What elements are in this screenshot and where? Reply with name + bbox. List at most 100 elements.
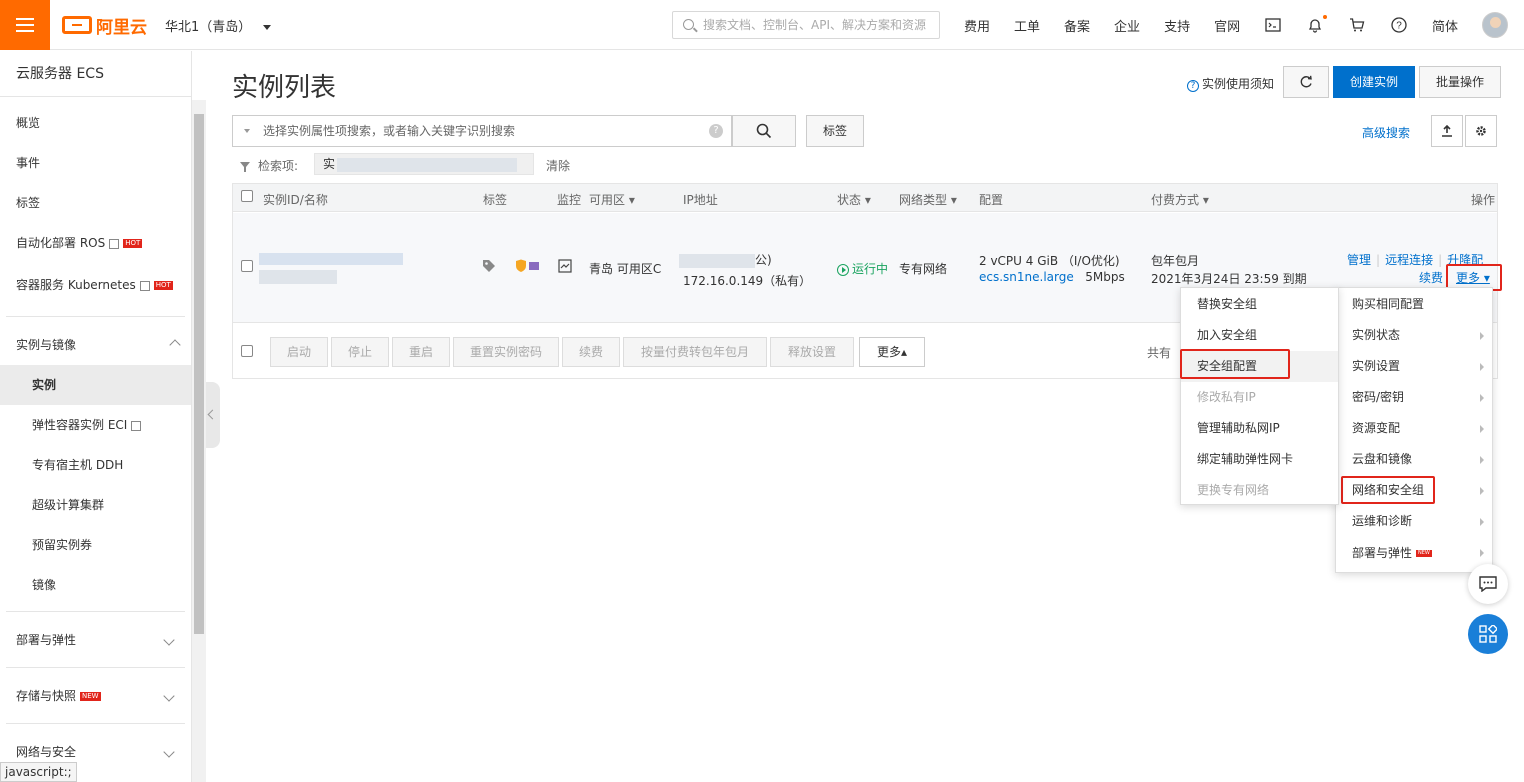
menu-item-resource-change[interactable]: 资源变配: [1336, 413, 1492, 444]
tag-filter-button[interactable]: 标签: [806, 115, 864, 147]
sidebar-item-label: 实例: [32, 378, 57, 392]
footer-select-all-checkbox[interactable]: [241, 345, 253, 357]
remote-connect-link[interactable]: 远程连接: [1385, 253, 1433, 267]
submenu-bind-eni[interactable]: 绑定辅助弹性网卡: [1181, 444, 1338, 475]
col-zone[interactable]: 可用区 ▾: [589, 191, 635, 208]
region-label: 华北1（青岛）: [165, 20, 252, 35]
language-switch[interactable]: 简体: [1420, 16, 1470, 35]
group-label: 网络与安全: [16, 745, 77, 759]
renew-link[interactable]: 续费: [1419, 269, 1443, 286]
chat-float-button[interactable]: [1468, 564, 1508, 604]
settings-button[interactable]: [1465, 115, 1497, 147]
batch-operation-button[interactable]: 批量操作: [1419, 66, 1501, 98]
sidebar-item-overview[interactable]: 概览: [0, 103, 191, 143]
sidebar-item-tags[interactable]: 标签: [0, 183, 191, 223]
menu-item-instance-settings[interactable]: 实例设置: [1336, 351, 1492, 382]
lang-switch-wrap: 简体: [1420, 0, 1470, 50]
criteria-tag[interactable]: 实: [314, 153, 534, 175]
nav-enterprise[interactable]: 企业: [1102, 16, 1152, 35]
sidebar-item-ddh[interactable]: 专有宿主机 DDH: [0, 445, 191, 485]
menu-item-disk-image[interactable]: 云盘和镜像: [1336, 444, 1492, 475]
bell-icon[interactable]: [1306, 16, 1324, 34]
instance-type-link[interactable]: ecs.sn1ne.large: [979, 270, 1074, 284]
sidebar-scroll-thumb[interactable]: [194, 114, 204, 634]
start-button[interactable]: 启动: [270, 337, 328, 367]
nav-fees[interactable]: 费用: [952, 16, 1002, 35]
manage-link[interactable]: 管理: [1347, 253, 1371, 267]
reset-password-button[interactable]: 重置实例密码: [453, 337, 559, 367]
col-billing[interactable]: 付费方式 ▾: [1151, 191, 1209, 208]
user-avatar[interactable]: [1482, 12, 1508, 38]
gear-icon: [1476, 126, 1486, 136]
global-search-input[interactable]: 搜索文档、控制台、API、解决方案和资源: [672, 11, 940, 39]
filter-help-icon[interactable]: ?: [709, 124, 723, 138]
chevron-right-icon: [1480, 363, 1484, 371]
help-icon[interactable]: ?: [1390, 16, 1408, 34]
col-status[interactable]: 状态 ▾: [837, 191, 871, 208]
filter-search-button[interactable]: [732, 115, 796, 147]
sidebar-item-scc[interactable]: 超级计算集群: [0, 485, 191, 525]
sidebar-item-events[interactable]: 事件: [0, 143, 191, 183]
export-button[interactable]: [1431, 115, 1463, 147]
submenu-change-vpc[interactable]: 更换专有网络: [1181, 475, 1338, 506]
nav-icp[interactable]: 备案: [1052, 16, 1102, 35]
menu-item-label: 购买相同配置: [1352, 297, 1425, 311]
cart-icon[interactable]: [1348, 16, 1366, 34]
submenu-replace-sg[interactable]: 替换安全组: [1181, 289, 1338, 320]
submenu-join-sg[interactable]: 加入安全组: [1181, 320, 1338, 351]
menu-item-instance-status[interactable]: 实例状态: [1336, 320, 1492, 351]
menu-item-buy-same[interactable]: 购买相同配置: [1336, 289, 1492, 320]
group-label: 部署与弹性: [16, 633, 77, 647]
aliyun-logo[interactable]: 阿里云: [62, 12, 147, 38]
sidebar-item-kubernetes[interactable]: 容器服务 Kubernetes HOT: [0, 263, 191, 307]
nav-official-site[interactable]: 官网: [1202, 16, 1252, 35]
restart-button[interactable]: 重启: [392, 337, 450, 367]
menu-item-deploy-elastic[interactable]: 部署与弹性 NEW: [1336, 537, 1492, 570]
col-network[interactable]: 网络类型 ▾: [899, 191, 957, 208]
network-security-highlight: [1341, 476, 1435, 504]
sidebar-item-instances[interactable]: 实例: [0, 365, 191, 405]
filter-dropdown-icon: [244, 129, 250, 133]
instance-help-link[interactable]: ? 实例使用须知: [1187, 75, 1274, 92]
security-shield-icon[interactable]: [515, 259, 541, 276]
redacted-instance-id[interactable]: [259, 251, 403, 265]
instance-filter-input[interactable]: 选择实例属性项搜索，或者输入关键字识别搜索 ?: [232, 115, 732, 147]
row-checkbox[interactable]: [241, 260, 253, 272]
menu-item-ops-diagnosis[interactable]: 运维和诊断: [1336, 506, 1492, 537]
convert-billing-button[interactable]: 按量付费转包年包月: [623, 337, 767, 367]
renew-button[interactable]: 续费: [562, 337, 620, 367]
sidebar-item-label: 事件: [16, 156, 41, 170]
notification-dot: [1323, 15, 1327, 19]
sidebar-item-images[interactable]: 镜像: [0, 565, 191, 605]
advanced-search-link[interactable]: 高级搜索: [1362, 124, 1410, 141]
nav-tickets[interactable]: 工单: [1002, 16, 1052, 35]
refresh-button[interactable]: [1283, 66, 1329, 98]
monitor-chart-icon[interactable]: [558, 259, 572, 276]
sidebar-group-deployment[interactable]: 部署与弹性: [6, 611, 185, 667]
select-all-checkbox[interactable]: [241, 190, 253, 202]
sidebar-item-ros[interactable]: 自动化部署 ROS HOT: [0, 223, 191, 263]
sidebar-group-storage[interactable]: 存储与快照 NEW: [6, 667, 185, 723]
hamburger-menu-icon[interactable]: [0, 0, 50, 50]
chevron-right-icon: [1480, 394, 1484, 402]
table-header: 实例ID/名称 标签 监控 可用区 ▾ IP地址 状态 ▾ 网络类型 ▾ 配置 …: [233, 184, 1497, 212]
sidebar-item-reserved[interactable]: 预留实例券: [0, 525, 191, 565]
submenu-modify-private-ip[interactable]: 修改私有IP: [1181, 382, 1338, 413]
terminal-icon[interactable]: [1264, 16, 1282, 34]
sidebar-item-eci[interactable]: 弹性容器实例 ECI: [0, 405, 191, 445]
clear-criteria-link[interactable]: 清除: [546, 157, 570, 174]
chevron-down-icon: [163, 690, 175, 702]
menu-item-password-key[interactable]: 密码/密钥: [1336, 382, 1492, 413]
region-selector[interactable]: 华北1（青岛）: [165, 16, 272, 35]
nav-support[interactable]: 支持: [1152, 16, 1202, 35]
submenu-secondary-ip[interactable]: 管理辅助私网IP: [1181, 413, 1338, 444]
sidebar-collapse-handle[interactable]: [206, 382, 220, 448]
sidebar-section-instances[interactable]: 实例与镜像: [0, 325, 191, 365]
apps-float-button[interactable]: [1468, 614, 1508, 654]
sidebar-item-label: 镜像: [32, 578, 57, 592]
tag-icon[interactable]: [482, 259, 496, 276]
release-settings-button[interactable]: 释放设置: [770, 337, 854, 367]
create-instance-button[interactable]: 创建实例: [1333, 66, 1415, 98]
footer-more-button[interactable]: 更多▴: [859, 337, 925, 367]
stop-button[interactable]: 停止: [331, 337, 389, 367]
